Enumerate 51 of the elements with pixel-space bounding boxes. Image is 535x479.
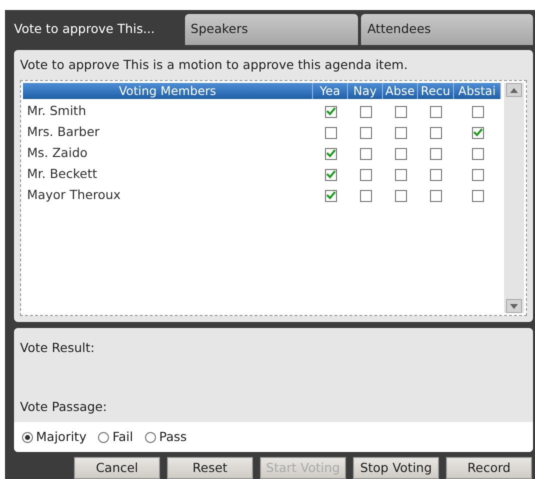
checkbox[interactable] (430, 148, 442, 160)
scroll-up-icon[interactable] (506, 83, 522, 97)
member-name: Mrs. Barber (26, 123, 101, 142)
checkbox[interactable] (324, 168, 336, 180)
action-button[interactable]: Reset (167, 457, 253, 479)
checkbox[interactable] (324, 190, 336, 202)
checkbox[interactable] (472, 168, 484, 180)
action-button[interactable]: Stop Voting (353, 457, 439, 479)
scrollbar[interactable] (504, 83, 524, 313)
checkbox[interactable] (324, 126, 336, 138)
checkbox[interactable] (394, 106, 406, 118)
checkbox[interactable] (430, 106, 442, 118)
column-header[interactable]: Recu (418, 83, 454, 99)
checkbox[interactable] (472, 126, 484, 138)
checkbox[interactable] (324, 106, 336, 118)
checkbox[interactable] (324, 148, 336, 160)
radio-option[interactable]: Fail (98, 428, 134, 447)
vote-result-label: Vote Result: (19, 339, 96, 358)
checkbox[interactable] (430, 126, 442, 138)
checkbox[interactable] (394, 126, 406, 138)
action-button[interactable]: Record (446, 457, 532, 479)
tab[interactable]: Attendees (361, 14, 534, 45)
column-header[interactable]: Abse (383, 83, 418, 99)
checkbox[interactable] (360, 190, 372, 202)
member-name: Mr. Smith (26, 102, 88, 120)
member-name: Mr. Beckett (26, 165, 98, 184)
member-name: Mayor Theroux (26, 186, 122, 204)
tab[interactable]: Speakers (184, 14, 358, 45)
checkbox[interactable] (472, 190, 484, 202)
checkbox[interactable] (360, 126, 372, 138)
radio-option[interactable]: Pass (145, 428, 187, 447)
checkbox[interactable] (430, 190, 442, 202)
description-text: Vote to approve This is a motion to approve this agenda item. (20, 56, 409, 74)
checkbox[interactable] (360, 106, 372, 118)
action-button[interactable]: Cancel (74, 457, 160, 479)
checkbox[interactable] (430, 168, 442, 180)
checkbox[interactable] (394, 148, 406, 160)
column-header[interactable]: Voting Members (23, 83, 313, 99)
checkbox[interactable] (394, 190, 406, 202)
column-header[interactable]: Abstai (454, 83, 501, 99)
checkbox[interactable] (394, 168, 406, 180)
checkbox[interactable] (360, 148, 372, 160)
member-name: Ms. Zaido (26, 144, 89, 162)
radio-option[interactable]: Majority (22, 428, 86, 447)
column-header[interactable]: Yea (313, 83, 348, 99)
checkbox[interactable] (472, 106, 484, 118)
scroll-down-icon[interactable] (506, 299, 522, 313)
checkbox[interactable] (472, 148, 484, 160)
vote-passage-label: Vote Passage: (19, 398, 108, 416)
column-header[interactable]: Nay (348, 83, 383, 99)
checkbox[interactable] (360, 168, 372, 180)
